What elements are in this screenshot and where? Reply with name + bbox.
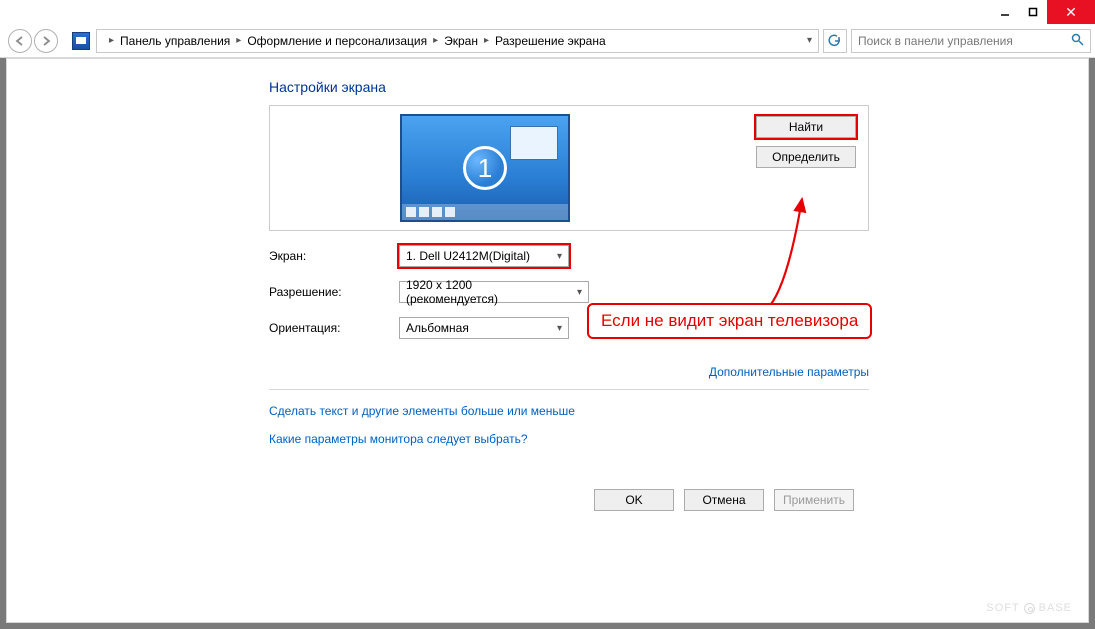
resolution-label: Разрешение: xyxy=(269,285,399,299)
chevron-down-icon[interactable]: ▾ xyxy=(807,35,812,46)
maximize-button[interactable] xyxy=(1019,0,1047,24)
crumb-0[interactable]: Панель управления xyxy=(120,34,230,48)
annotation-callout: Если не видит экран телевизора xyxy=(587,303,872,339)
close-button[interactable]: ✕ xyxy=(1047,0,1095,24)
chevron-right-icon: ▸ xyxy=(484,35,489,46)
chevron-down-icon: ▾ xyxy=(557,323,562,334)
taskbar-thumb xyxy=(402,204,568,220)
chevron-down-icon: ▾ xyxy=(557,251,562,262)
display-preview: 1 Найти Определить xyxy=(269,105,869,231)
resolution-select[interactable]: 1920 x 1200 (рекомендуется) ▾ xyxy=(399,281,589,303)
apply-button: Применить xyxy=(774,489,854,511)
crumb-2[interactable]: Экран xyxy=(444,34,478,48)
control-panel-icon xyxy=(72,32,90,50)
cancel-button[interactable]: Отмена xyxy=(684,489,764,511)
refresh-button[interactable] xyxy=(823,29,847,53)
window-titlebar: ✕ xyxy=(0,0,1095,24)
back-button[interactable] xyxy=(8,29,32,53)
crumb-3[interactable]: Разрешение экрана xyxy=(495,34,606,48)
breadcrumb[interactable]: ▸ Панель управления ▸ Оформление и персо… xyxy=(96,29,819,53)
identify-button[interactable]: Определить xyxy=(756,146,856,168)
forward-button[interactable] xyxy=(34,29,58,53)
watermark-left: SOFT xyxy=(986,602,1019,614)
orientation-select[interactable]: Альбомная ▾ xyxy=(399,317,569,339)
chevron-down-icon: ▾ xyxy=(577,287,582,298)
which-settings-link[interactable]: Какие параметры монитора следует выбрать… xyxy=(269,432,869,446)
watermark-right: BASE xyxy=(1039,602,1072,614)
page-title: Настройки экрана xyxy=(269,79,869,95)
close-icon: ✕ xyxy=(1065,4,1077,21)
address-bar: ▸ Панель управления ▸ Оформление и персо… xyxy=(0,24,1095,58)
display-select-value: 1. Dell U2412M(Digital) xyxy=(406,249,530,263)
chevron-right-icon: ▸ xyxy=(236,35,241,46)
dialog-button-row: OK Отмена Применить xyxy=(594,489,854,511)
advanced-settings-link[interactable]: Дополнительные параметры xyxy=(709,365,869,379)
chevron-right-icon: ▸ xyxy=(433,35,438,46)
annotation-text: Если не видит экран телевизора xyxy=(601,311,858,330)
text-size-link[interactable]: Сделать текст и другие элементы больше и… xyxy=(269,404,869,418)
ok-button[interactable]: OK xyxy=(594,489,674,511)
crumb-1[interactable]: Оформление и персонализация xyxy=(247,34,427,48)
monitor-number: 1 xyxy=(463,146,507,190)
watermark-icon xyxy=(1024,603,1035,614)
orientation-label: Ориентация: xyxy=(269,321,399,335)
resolution-select-value: 1920 x 1200 (рекомендуется) xyxy=(406,278,567,306)
display-select[interactable]: 1. Dell U2412M(Digital) ▾ xyxy=(399,245,569,267)
display-label: Экран: xyxy=(269,249,399,263)
chevron-right-icon: ▸ xyxy=(109,35,114,46)
watermark: SOFT BASE xyxy=(986,602,1072,614)
search-placeholder: Поиск в панели управления xyxy=(858,34,1013,48)
orientation-select-value: Альбомная xyxy=(406,321,469,335)
search-icon xyxy=(1071,33,1084,49)
window-thumb-icon xyxy=(510,126,558,160)
detect-button[interactable]: Найти xyxy=(756,116,856,138)
search-input[interactable]: Поиск в панели управления xyxy=(851,29,1091,53)
monitor-thumbnail[interactable]: 1 xyxy=(400,114,570,222)
minimize-button[interactable] xyxy=(991,0,1019,24)
content-canvas: Настройки экрана 1 Найти Определить Экра… xyxy=(6,58,1089,623)
